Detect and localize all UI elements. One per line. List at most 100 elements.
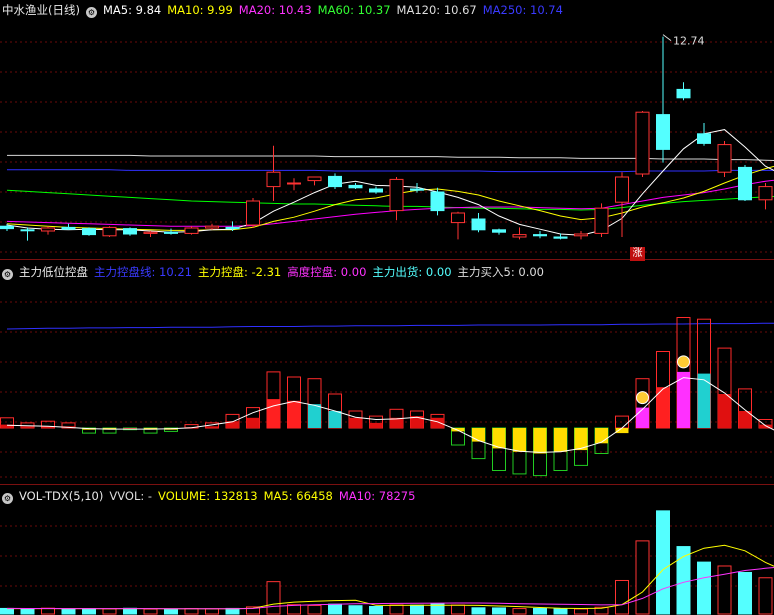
indicator-hist-bar <box>205 426 219 428</box>
control-line <box>6 322 774 330</box>
volume-bar <box>61 608 76 615</box>
candlestick-chart[interactable]: 12.74 <box>0 0 774 258</box>
indicator-header: ⚙ 主力低位控盘 主力控盘线: 10.21 主力控盘: -2.31 高度控盘: 0.00… <box>2 264 550 280</box>
indicator-hist-bar <box>246 417 260 428</box>
volume-bar <box>758 577 773 615</box>
volume-panel[interactable]: ⚙ VOL-TDX(5,10) VVOL: - VOLUME: 132813 MA5: … <box>0 486 774 615</box>
ma10-value: MA10: 9.99 <box>167 3 233 17</box>
volume-chart[interactable] <box>0 486 774 615</box>
volume-bar <box>225 607 240 615</box>
limit-up-badge: 涨 <box>630 247 645 261</box>
candle-body <box>676 88 691 99</box>
high-control-value: 高度控盘: 0.00 <box>287 265 367 279</box>
indicator-hist-bar <box>636 407 649 428</box>
panel-divider[interactable] <box>0 484 774 485</box>
indicator-gear-icon[interactable]: ⚙ <box>2 269 13 280</box>
volume-bar <box>102 608 117 615</box>
volume-bar <box>615 579 629 615</box>
candle-body <box>184 227 199 234</box>
control-line-value: 主力控盘线: 10.21 <box>94 265 192 279</box>
indicator-chart[interactable] <box>0 262 774 484</box>
volume-bar <box>389 604 404 615</box>
candle-body <box>594 207 609 234</box>
volume-bar <box>0 607 14 615</box>
candle-body <box>41 227 55 232</box>
indicator-hist-bar <box>697 373 711 428</box>
candle-body <box>266 171 281 188</box>
indicator-hist-bar <box>369 422 383 428</box>
candle-body <box>348 184 363 189</box>
candle-body <box>635 111 650 175</box>
indicator-hist-bar <box>554 428 567 452</box>
volume-title[interactable]: VOL-TDX(5,10) <box>19 489 103 503</box>
candle-body <box>553 236 568 239</box>
volume-bar <box>656 510 670 615</box>
volume-bar <box>184 608 199 615</box>
volume-bar <box>533 607 547 615</box>
volume-bar <box>553 608 568 615</box>
candle-body <box>61 226 76 230</box>
candle-body <box>369 188 383 193</box>
ma250-value: MA250: 10.74 <box>482 3 563 17</box>
volume-bar <box>82 608 96 615</box>
indicator-hist-bar <box>287 400 301 428</box>
ma20-value: MA20: 10.43 <box>238 3 312 17</box>
high-marker-pointer <box>662 34 672 41</box>
volume-bar <box>471 607 486 615</box>
candle-body <box>430 191 445 212</box>
indicator-hist-bar <box>349 417 362 428</box>
volume-value: VOLUME: 132813 <box>158 489 258 503</box>
candle-body <box>20 229 35 232</box>
out-value: 主力出货: 0.00 <box>372 265 452 279</box>
volume-bar <box>410 604 424 615</box>
volume-bar <box>738 571 752 615</box>
price-panel[interactable]: 中水渔业(日线) ⚙ MA5: 9.84 MA10: 9.99 MA20: 10.43 M… <box>0 0 774 258</box>
indicator-hist-bar <box>533 428 547 454</box>
candle-body <box>574 233 588 237</box>
ma120-line <box>7 154 774 161</box>
volume-bar <box>266 581 281 615</box>
volume-bar <box>20 608 35 615</box>
indicator-panel[interactable]: ⚙ 主力低位控盘 主力控盘线: 10.21 主力控盘: -2.31 高度控盘: 0.00… <box>0 262 774 484</box>
indicator-hist-bar <box>21 426 34 428</box>
panel-divider[interactable] <box>0 259 774 260</box>
high-price-label: 12.74 <box>673 35 705 48</box>
volume-bar <box>123 607 137 615</box>
indicator-title[interactable]: 主力低位控盘 <box>19 265 88 279</box>
volume-bar <box>635 540 650 615</box>
stock-title[interactable]: 中水渔业(日线) <box>2 3 80 17</box>
candle-body <box>389 178 404 212</box>
candle-body <box>307 176 322 182</box>
candle-body <box>717 144 732 173</box>
candle-body <box>758 186 773 201</box>
volume-bar <box>492 607 506 615</box>
candle-body <box>164 231 178 234</box>
candle-body <box>0 225 14 230</box>
volume-bar <box>328 603 342 615</box>
candle-body <box>143 231 158 234</box>
candle-body <box>102 226 117 237</box>
candle-body <box>533 234 547 237</box>
volume-gear-icon[interactable]: ⚙ <box>2 493 13 504</box>
ma120-value: MA120: 10.67 <box>396 3 477 17</box>
volume-bar <box>205 608 219 615</box>
indicator-hist-bar <box>513 428 526 452</box>
buy-value: 主力买入5: 0.00 <box>457 265 544 279</box>
price-header: 中水渔业(日线) ⚙ MA5: 9.84 MA10: 9.99 MA20: 10.43 M… <box>2 2 569 18</box>
indicator-hist-bar <box>431 417 444 428</box>
candle-body <box>471 218 486 231</box>
settings-gear-icon[interactable]: ⚙ <box>85 7 97 18</box>
candle-body <box>287 182 301 185</box>
candle-body <box>82 228 96 236</box>
volume-bar <box>143 608 158 615</box>
volume-bar <box>369 605 383 615</box>
volume-header: ⚙ VOL-TDX(5,10) VVOL: - VOLUME: 132813 MA5: … <box>2 488 421 504</box>
volume-bar <box>574 608 588 615</box>
vol-ma10-value: MA10: 78275 <box>338 489 416 503</box>
money-bag-icon <box>677 355 690 369</box>
ma250-line <box>7 169 774 173</box>
indicator-hist-bar <box>718 394 731 428</box>
candle-body <box>492 229 506 233</box>
indicator-hist-bar <box>308 404 321 428</box>
candle-body <box>246 200 260 226</box>
